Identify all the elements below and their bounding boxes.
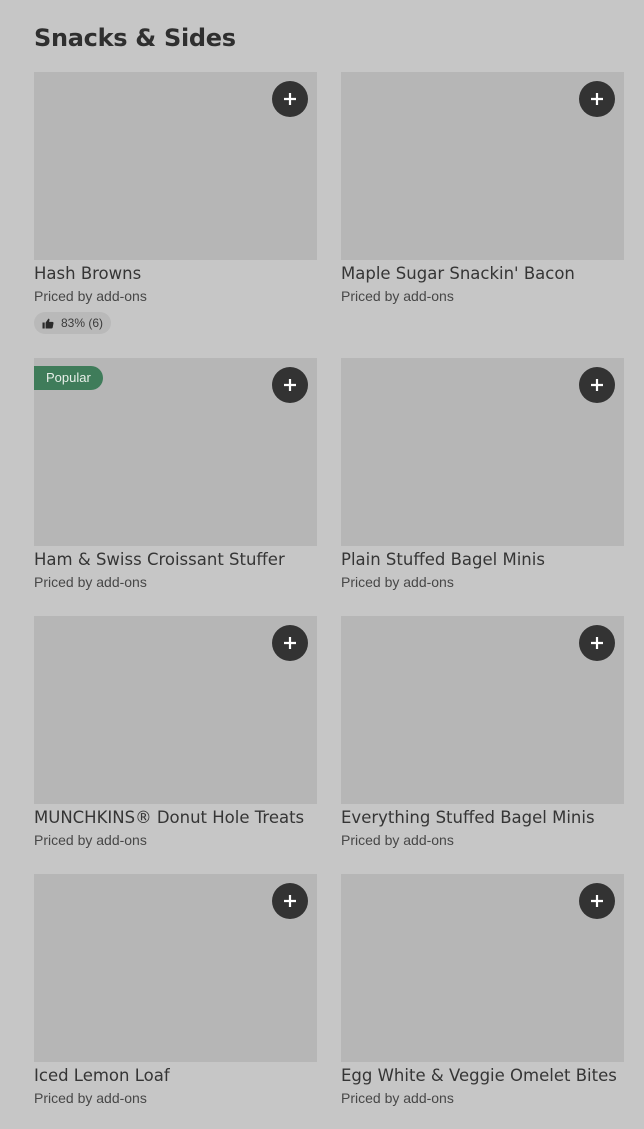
item-name[interactable]: Ham & Swiss Croissant Stuffer xyxy=(34,550,317,570)
thumbs-up-icon xyxy=(42,318,54,329)
plus-icon xyxy=(591,93,603,105)
menu-item-card[interactable]: Maple Sugar Snackin' Bacon Priced by add… xyxy=(341,72,624,305)
item-image[interactable] xyxy=(34,874,317,1062)
item-image[interactable] xyxy=(341,616,624,804)
item-price: Priced by add-ons xyxy=(34,832,147,848)
plus-icon xyxy=(284,93,296,105)
item-image[interactable]: Popular xyxy=(34,358,317,546)
item-name[interactable]: Plain Stuffed Bagel Minis xyxy=(341,550,624,570)
add-button[interactable] xyxy=(272,625,308,661)
add-button[interactable] xyxy=(579,367,615,403)
plus-icon xyxy=(284,895,296,907)
item-image[interactable] xyxy=(34,72,317,260)
add-button[interactable] xyxy=(272,81,308,117)
plus-icon xyxy=(284,637,296,649)
add-button[interactable] xyxy=(272,367,308,403)
plus-icon xyxy=(591,637,603,649)
item-image[interactable] xyxy=(341,358,624,546)
menu-item-card[interactable]: Iced Lemon Loaf Priced by add-ons xyxy=(34,874,317,1107)
add-button[interactable] xyxy=(272,883,308,919)
menu-item-card[interactable]: Egg White & Veggie Omelet Bites Priced b… xyxy=(341,874,624,1107)
item-price: Priced by add-ons xyxy=(341,574,454,590)
add-button[interactable] xyxy=(579,625,615,661)
menu-item-card[interactable]: Plain Stuffed Bagel Minis Priced by add-… xyxy=(341,358,624,591)
menu-item-card[interactable]: MUNCHKINS® Donut Hole Treats Priced by a… xyxy=(34,616,317,849)
menu-item-card[interactable]: Everything Stuffed Bagel Minis Priced by… xyxy=(341,616,624,849)
menu-item-card[interactable]: Hash Browns Priced by add-ons 83% (6) xyxy=(34,72,317,334)
item-price: Priced by add-ons xyxy=(34,574,147,590)
item-price: Priced by add-ons xyxy=(341,832,454,848)
item-name[interactable]: Hash Browns xyxy=(34,264,317,284)
item-image[interactable] xyxy=(341,874,624,1062)
popular-badge: Popular xyxy=(34,366,103,390)
item-price: Priced by add-ons xyxy=(34,1090,147,1106)
item-image[interactable] xyxy=(341,72,624,260)
plus-icon xyxy=(591,895,603,907)
item-name[interactable]: MUNCHKINS® Donut Hole Treats xyxy=(34,808,317,828)
item-name[interactable]: Everything Stuffed Bagel Minis xyxy=(341,808,624,828)
rating-text: 83% (6) xyxy=(61,316,104,330)
plus-icon xyxy=(591,379,603,391)
section-title: Snacks & Sides xyxy=(34,24,236,52)
item-image[interactable] xyxy=(34,616,317,804)
plus-icon xyxy=(284,379,296,391)
item-price: Priced by add-ons xyxy=(341,1090,454,1106)
menu-item-card[interactable]: Popular Ham & Swiss Croissant Stuffer Pr… xyxy=(34,358,317,591)
item-name[interactable]: Iced Lemon Loaf xyxy=(34,1066,317,1086)
add-button[interactable] xyxy=(579,81,615,117)
rating-badge: 83% (6) xyxy=(34,312,112,334)
item-price: Priced by add-ons xyxy=(34,288,147,304)
add-button[interactable] xyxy=(579,883,615,919)
item-name[interactable]: Egg White & Veggie Omelet Bites xyxy=(341,1066,624,1086)
item-name[interactable]: Maple Sugar Snackin' Bacon xyxy=(341,264,624,284)
item-price: Priced by add-ons xyxy=(341,288,454,304)
